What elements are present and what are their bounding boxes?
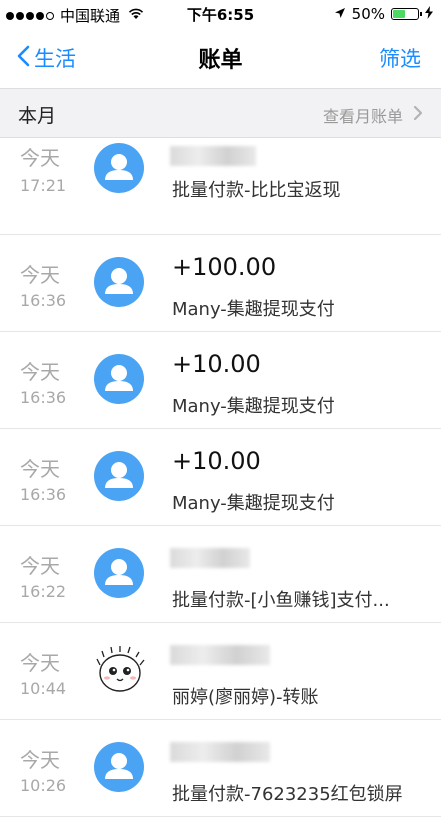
user-icon xyxy=(94,451,144,501)
transaction-description: 批量付款-比比宝返现 xyxy=(172,180,341,201)
transaction-row[interactable]: 今天 16:36 +10.00 Many-集趣提现支付 xyxy=(0,429,441,526)
location-arrow-icon xyxy=(334,5,346,23)
chevron-right-icon xyxy=(413,105,423,125)
transaction-row[interactable]: 今天 17:21 批量付款-比比宝返现 xyxy=(0,138,441,235)
transaction-day: 今天 xyxy=(20,263,60,287)
status-right: 50% xyxy=(334,5,433,23)
navigation-bar: 生活 账单 筛选 xyxy=(0,28,441,88)
filter-button[interactable]: 筛选 xyxy=(379,43,421,73)
transaction-day: 今天 xyxy=(20,554,60,578)
transaction-row[interactable]: 今天 16:36 +100.00 Many-集趣提现支付 xyxy=(0,235,441,332)
transaction-description: 批量付款-7623235红包锁屏 xyxy=(172,784,403,805)
transaction-time: 10:44 xyxy=(20,679,67,698)
month-section-header: 本月 查看月账单 xyxy=(0,88,441,138)
transaction-time: 17:21 xyxy=(20,176,67,195)
user-icon xyxy=(94,742,144,792)
transaction-description: Many-集趣提现支付 xyxy=(172,396,335,417)
transaction-description: 批量付款-[小鱼赚钱]支付... xyxy=(172,590,390,611)
transaction-time: 16:36 xyxy=(20,485,67,504)
user-icon xyxy=(94,257,144,307)
transaction-time: 16:22 xyxy=(20,582,67,601)
transaction-description: Many-集趣提现支付 xyxy=(172,493,335,514)
transaction-row[interactable]: 今天 10:26 批量付款-7623235红包锁屏 xyxy=(0,720,441,817)
transaction-amount: +100.00 xyxy=(172,253,277,281)
transaction-description: 丽婷(廖丽婷)-转账 xyxy=(172,687,319,708)
battery-percent: 50% xyxy=(351,5,385,23)
transaction-amount: +10.00 xyxy=(172,350,261,378)
transaction-day: 今天 xyxy=(20,457,60,481)
transaction-row[interactable]: 今天 16:22 批量付款-[小鱼赚钱]支付... xyxy=(0,526,441,623)
obscured-amount xyxy=(170,645,270,665)
view-monthly-bill-link[interactable]: 查看月账单 xyxy=(323,103,423,127)
transaction-day: 今天 xyxy=(20,651,60,675)
view-monthly-label: 查看月账单 xyxy=(322,107,403,126)
transaction-time: 16:36 xyxy=(20,291,67,310)
charging-bolt-icon xyxy=(425,5,433,23)
battery-icon xyxy=(391,8,422,20)
user-icon xyxy=(94,354,144,404)
transaction-day: 今天 xyxy=(20,360,60,384)
transaction-time: 16:36 xyxy=(20,388,67,407)
transaction-amount: +10.00 xyxy=(172,447,261,475)
transaction-list: 今天 17:21 批量付款-比比宝返现 今天 16:36 +100.00 Man… xyxy=(0,138,441,817)
user-icon xyxy=(94,548,144,598)
transaction-day: 今天 xyxy=(20,146,60,170)
page-title: 账单 xyxy=(198,48,243,73)
status-bar: 中国联通 下午6:55 50% xyxy=(0,0,441,28)
obscured-amount xyxy=(170,146,256,166)
user-icon xyxy=(94,143,144,193)
transaction-day: 今天 xyxy=(20,748,60,772)
obscured-amount xyxy=(170,548,250,568)
cat-avatar-icon xyxy=(94,645,146,697)
transaction-row[interactable]: 今天 10:44 丽婷(廖丽婷)-转账 xyxy=(0,623,441,720)
transaction-row[interactable]: 今天 16:36 +10.00 Many-集趣提现支付 xyxy=(0,332,441,429)
obscured-amount xyxy=(170,742,270,762)
transaction-description: Many-集趣提现支付 xyxy=(172,299,335,320)
month-label: 本月 xyxy=(18,105,57,127)
